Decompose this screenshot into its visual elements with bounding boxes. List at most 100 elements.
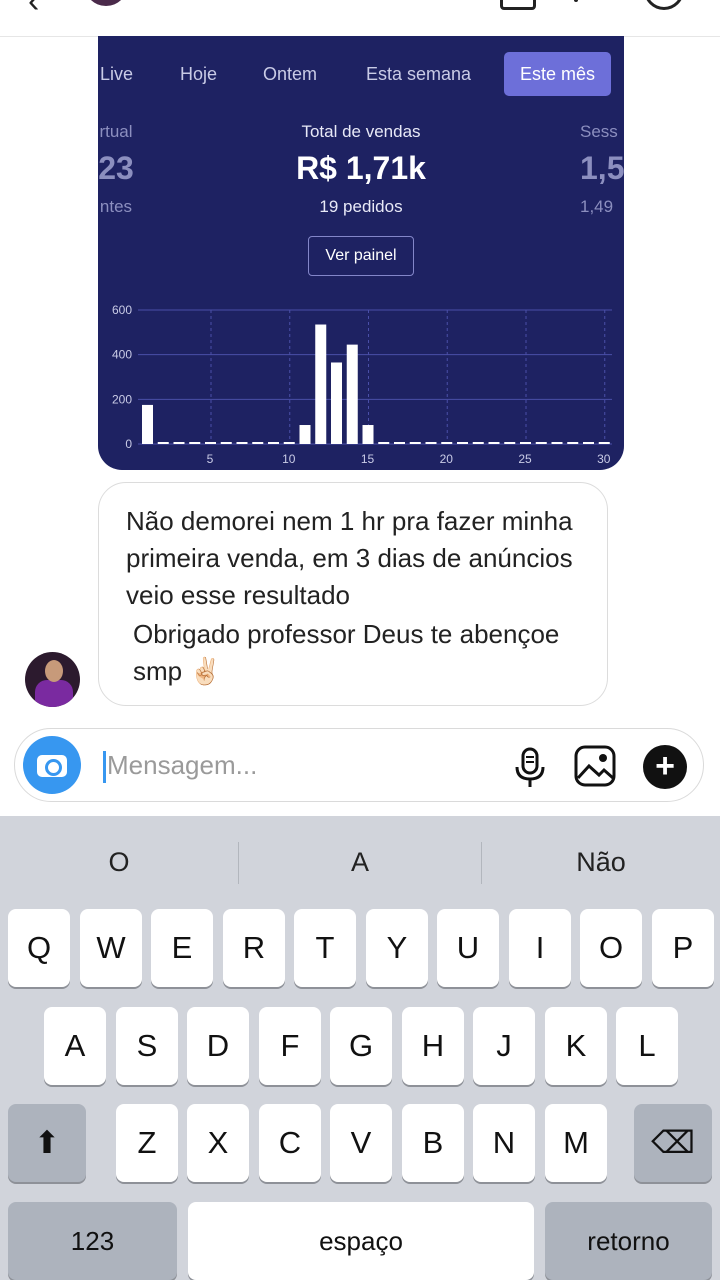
key-z[interactable]: Z <box>116 1104 178 1182</box>
camera-button[interactable] <box>23 736 81 794</box>
chart-bar <box>504 442 516 444</box>
sender-avatar[interactable] <box>25 652 80 707</box>
message-bubble[interactable]: Não demorei nem 1 hr pra fazer minha pri… <box>98 482 608 706</box>
back-arrow-icon[interactable]: ‹ <box>28 0 39 21</box>
key-j[interactable]: J <box>473 1007 535 1085</box>
message-text-line2: Obrigado professor Deus te abençoe smp ✌… <box>133 619 560 686</box>
period-tabs: Live Hoje Ontem Esta semana Este mês <box>98 52 624 96</box>
key-y[interactable]: Y <box>366 909 428 987</box>
key-p[interactable]: P <box>652 909 714 987</box>
total-sales-label: Total de vendas <box>301 122 421 141</box>
key-n[interactable]: N <box>473 1104 535 1182</box>
key-w[interactable]: W <box>80 909 142 987</box>
key-h[interactable]: H <box>402 1007 464 1085</box>
stat-left-value: 23 <box>98 150 134 186</box>
keyboard: O A Não Q W E R T Y U I O P A S D F G H … <box>0 816 720 1280</box>
key-c[interactable]: C <box>259 1104 321 1182</box>
key-q[interactable]: Q <box>8 909 70 987</box>
chart-bar <box>567 442 579 444</box>
orders-count: 19 pedidos <box>319 197 403 216</box>
tab-esta-semana: Esta semana <box>366 64 472 84</box>
chart-bar <box>425 442 437 444</box>
gallery-icon[interactable] <box>573 744 617 788</box>
suggestion-3[interactable]: Não <box>482 834 720 890</box>
chart-bar <box>331 362 342 444</box>
shared-sales-screenshot[interactable]: Live Hoje Ontem Esta semana Este mês rtu… <box>98 36 624 470</box>
chart-bar <box>362 425 374 444</box>
chart-bar <box>173 442 185 444</box>
key-a[interactable]: A <box>44 1007 106 1085</box>
backspace-key[interactable]: ⌫ <box>634 1104 712 1182</box>
tab-este-mes: Este mês <box>504 52 612 96</box>
x-tick-label: 15 <box>361 452 375 466</box>
chart-bar <box>378 442 390 444</box>
key-l[interactable]: L <box>616 1007 678 1085</box>
sales-bar-chart: 0 200 400 600 5 10 15 20 25 30 <box>112 303 612 466</box>
microphone-icon[interactable] <box>513 747 547 789</box>
suggestion-2[interactable]: A <box>239 834 481 890</box>
chart-bar <box>268 442 279 444</box>
phone-call-icon[interactable] <box>574 0 578 2</box>
header-name[interactable] <box>146 0 316 6</box>
avatar-head <box>45 660 63 682</box>
chart-bar <box>205 442 216 444</box>
chart-bar <box>535 442 547 444</box>
stat-left-sub: ntes <box>99 197 133 216</box>
message-input[interactable] <box>107 745 407 785</box>
key-d[interactable]: D <box>187 1007 249 1085</box>
header-avatar[interactable] <box>84 0 128 6</box>
info-icon[interactable] <box>644 0 684 10</box>
key-o[interactable]: O <box>580 909 642 987</box>
stat-total-sales: Total de vendas R$ 1,71k 19 pedidos <box>261 122 461 217</box>
key-s[interactable]: S <box>116 1007 178 1085</box>
y-tick-label: 400 <box>112 348 132 362</box>
key-x[interactable]: X <box>187 1104 249 1182</box>
return-key[interactable]: retorno <box>545 1202 712 1280</box>
chart-bar <box>441 442 453 444</box>
stat-visitors-cropped: rtual 23 ntes <box>98 122 146 217</box>
key-b[interactable]: B <box>402 1104 464 1182</box>
chart-bar <box>220 442 232 444</box>
ver-painel-button: Ver painel <box>308 236 414 276</box>
key-m[interactable]: M <box>545 1104 607 1182</box>
space-key[interactable]: espaço <box>188 1202 534 1280</box>
chart-bar <box>283 442 295 444</box>
chart-bar <box>457 442 468 444</box>
chart-bar <box>189 442 201 444</box>
y-tick-label: 200 <box>112 392 132 406</box>
tab-hoje: Hoje <box>180 64 218 84</box>
x-tick-label: 25 <box>518 452 532 466</box>
video-call-icon[interactable] <box>500 0 536 10</box>
key-r[interactable]: R <box>223 909 285 987</box>
chart-bar <box>488 442 500 444</box>
chart-bar <box>598 442 610 444</box>
tab-ontem: Ontem <box>263 64 318 84</box>
y-tick-label: 0 <box>125 437 132 451</box>
key-i[interactable]: I <box>509 909 571 987</box>
key-u[interactable]: U <box>437 909 499 987</box>
key-k[interactable]: K <box>545 1007 607 1085</box>
chart-bar <box>346 344 358 444</box>
key-f[interactable]: F <box>259 1007 321 1085</box>
chart-bar <box>299 425 311 444</box>
chart-bar <box>551 442 563 444</box>
key-v[interactable]: V <box>330 1104 392 1182</box>
shift-key[interactable]: ⬆ <box>8 1104 86 1182</box>
key-e[interactable]: E <box>151 909 213 987</box>
suggestion-1[interactable]: O <box>0 834 238 890</box>
stat-right-value: 1,5 <box>580 150 624 186</box>
chart-bar <box>394 442 405 444</box>
key-g[interactable]: G <box>330 1007 392 1085</box>
x-tick-label: 10 <box>282 452 296 466</box>
chart-bar <box>409 442 421 444</box>
numbers-key[interactable]: 123 <box>8 1202 177 1280</box>
chart-bar <box>583 442 594 444</box>
y-tick-label: 600 <box>112 303 132 317</box>
key-t[interactable]: T <box>294 909 356 987</box>
message-text-line1: Não demorei nem 1 hr pra fazer minha pri… <box>126 506 573 610</box>
stat-right-sub: 1,49 <box>580 197 614 216</box>
plus-icon[interactable]: + <box>643 745 687 789</box>
text-cursor <box>103 751 106 783</box>
x-tick-label: 5 <box>207 452 214 466</box>
chart-bar <box>472 442 484 444</box>
